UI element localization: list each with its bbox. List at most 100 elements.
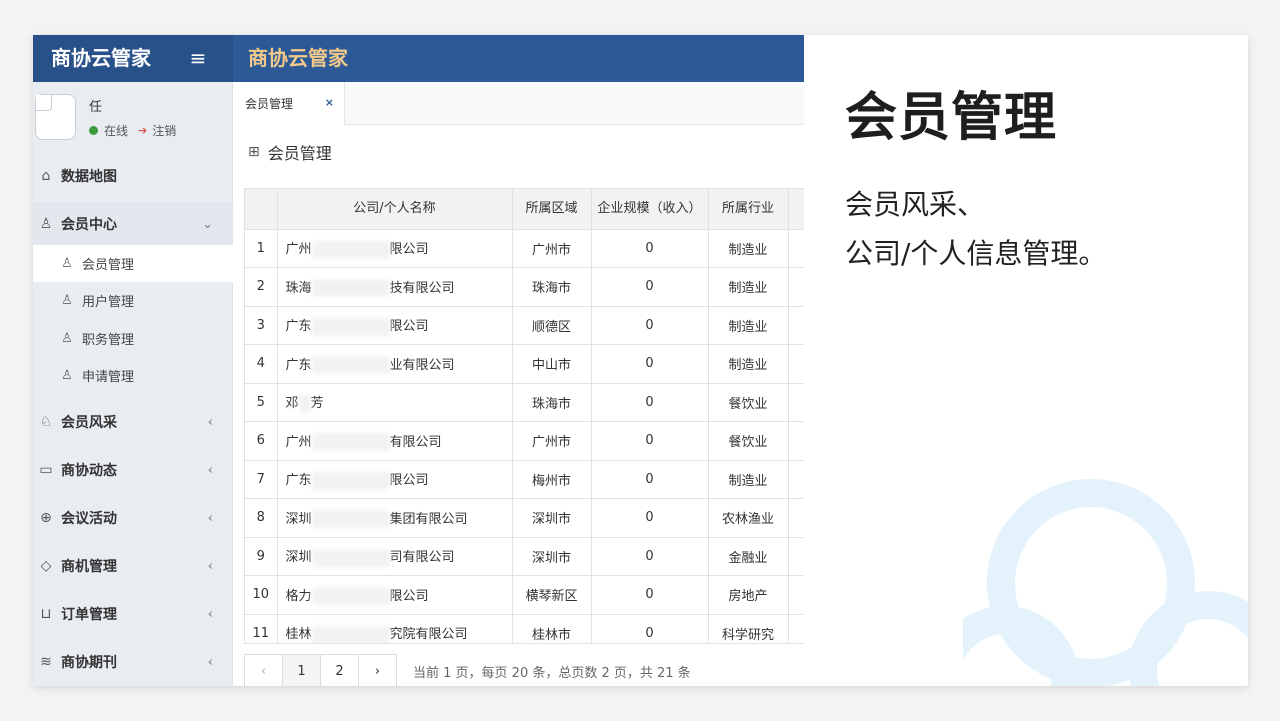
close-icon[interactable]: × <box>325 96 334 109</box>
tab-member-manage[interactable]: 会员管理 × <box>233 82 345 125</box>
member-name-prefix: 珠海 <box>285 280 312 296</box>
page-1-button[interactable]: 1 <box>282 654 321 686</box>
chevron-left-icon: ‹ <box>207 462 213 478</box>
industry-cell: 餐饮业 <box>708 383 789 422</box>
promo-description-line-1: 会员风采、 <box>845 188 986 221</box>
more-cell <box>788 498 804 538</box>
promo-headline: 会员管理 <box>845 88 1058 148</box>
redacted-mask <box>298 394 311 413</box>
user-icon: ♙ <box>61 368 73 383</box>
more-cell <box>788 460 804 499</box>
table-row[interactable]: 2 珠海 技有限公司 珠海市 0 制造业 <box>245 267 804 307</box>
top-bar: 商协云管家 ≡ 商协云管家 <box>33 35 804 82</box>
sidebar-item-label: 订单管理 <box>61 607 117 623</box>
sidebar-subitem-user-manage[interactable]: ♙ 用户管理 <box>33 282 233 319</box>
sidebar-item-meetings[interactable]: ⊕ 会议活动 ‹ <box>33 496 233 540</box>
redacted-mask <box>311 548 390 567</box>
main-content: 会员管理 × ⊞ 会员管理 公司/个人名称 所属区域 企业规模（收入） 所属行业… <box>233 82 804 686</box>
table-row[interactable]: 10 格力 限公司 横琴新区 0 房地产 <box>245 575 804 615</box>
region-cell: 横琴新区 <box>512 575 592 615</box>
member-name-suffix: 司有限公司 <box>389 550 455 565</box>
next-page-button[interactable]: › <box>358 654 397 686</box>
member-name-cell: 广州 有限公司 <box>277 421 513 461</box>
member-name-cell: 深圳 集团有限公司 <box>277 498 513 538</box>
table-row[interactable]: 5 邓芳珠海市 0 餐饮业 <box>245 383 804 422</box>
table-row[interactable]: 11 桂林 究院有限公司 桂林市 0 科学研究 <box>245 614 804 643</box>
pagination-info: 当前 1 页，每页 20 条，总页数 2 页，共 21 条 <box>413 665 691 681</box>
sidebar-subitem-label: 申请管理 <box>82 370 135 385</box>
sidebar-subitem-position-manage[interactable]: ♙ 职务管理 <box>33 320 233 357</box>
table-row[interactable]: 7 广东 限公司 梅州市 0 制造业 <box>245 460 804 499</box>
logout-icon[interactable]: ➔ <box>138 124 147 137</box>
member-name-prefix: 桂林 <box>285 627 312 642</box>
industry-cell: 科学研究 <box>708 614 789 643</box>
col-header-industry[interactable]: 所属行业 <box>708 189 789 230</box>
sidebar-item-member-showcase[interactable]: ♘ 会员风采 ‹ <box>33 400 233 444</box>
more-cell <box>788 306 804 345</box>
member-name-prefix: 广东 <box>285 357 312 373</box>
table-row[interactable]: 8 深圳 集团有限公司 深圳市 0 农林渔业 <box>245 498 804 538</box>
sidebar-item-opportunities[interactable]: ◇ 商机管理 ‹ <box>33 544 233 588</box>
more-cell <box>788 229 804 268</box>
member-name-suffix: 业有限公司 <box>389 357 455 373</box>
hamburger-icon[interactable]: ≡ <box>183 35 213 82</box>
industry-cell: 金融业 <box>708 537 789 576</box>
member-name-suffix: 究院有限公司 <box>389 627 468 642</box>
sidebar-item-label: 商协期刊 <box>61 655 117 671</box>
user-status: 在线 ➔ 注销 <box>89 122 176 139</box>
diamond-icon: ◇ <box>40 558 52 574</box>
member-table: 公司/个人名称 所属区域 企业规模（收入） 所属行业 1 广州 限公司 广州市 0 制造业… <box>244 188 804 644</box>
message-icon: ▭ <box>39 462 53 478</box>
redacted-mask <box>311 587 390 605</box>
sidebar-item-news[interactable]: ▭ 商协动态 ‹ <box>33 448 233 492</box>
sidebar-subitem-member-manage[interactable]: ♙ 会员管理 <box>33 245 233 282</box>
member-name-suffix: 技有限公司 <box>389 280 455 296</box>
redacted-mask <box>311 317 390 336</box>
size-cell: 0 <box>591 344 709 384</box>
avatar[interactable] <box>35 94 76 140</box>
sidebar-item-label: 商机管理 <box>61 559 117 575</box>
size-cell: 0 <box>591 421 709 461</box>
table-row[interactable]: 1 广州 限公司 广州市 0 制造业 <box>245 229 804 268</box>
page-2-button[interactable]: 2 <box>320 654 359 686</box>
region-cell: 梅州市 <box>512 460 592 499</box>
col-header-more <box>788 189 804 230</box>
redacted-mask <box>311 433 390 451</box>
size-cell: 0 <box>591 229 709 268</box>
sidebar-item-journal[interactable]: ≋ 商协期刊 ‹ <box>33 640 233 684</box>
user-icon: ♙ <box>61 293 73 308</box>
member-name-cell: 深圳 司有限公司 <box>277 537 513 576</box>
member-name-cell: 桂林 究院有限公司 <box>277 614 513 643</box>
table-row[interactable]: 6 广州 有限公司 广州市 0 餐饮业 <box>245 421 804 461</box>
sidebar-item-label: 会员风采 <box>61 415 117 431</box>
row-index: 1 <box>245 229 278 268</box>
size-cell: 0 <box>591 498 709 538</box>
member-name-prefix: 深圳 <box>285 550 312 565</box>
logout-link[interactable]: 注销 <box>152 122 176 139</box>
region-cell: 顺德区 <box>512 306 592 345</box>
member-name-suffix: 有限公司 <box>389 434 442 450</box>
sidebar-subitem-application-manage[interactable]: ♙ 申请管理 <box>33 357 233 394</box>
col-header-name[interactable]: 公司/个人名称 <box>277 189 513 230</box>
sidebar-item-orders[interactable]: ⊔ 订单管理 ‹ <box>33 592 233 636</box>
prev-page-button[interactable]: ‹ <box>244 654 283 686</box>
member-name-prefix: 广州 <box>285 434 312 450</box>
promo-description-line-2: 公司/个人信息管理。 <box>845 237 1107 270</box>
member-name-suffix: 集团有限公司 <box>389 511 468 527</box>
col-header-size[interactable]: 企业规模（收入） <box>591 189 709 230</box>
chevron-down-icon: ⌄ <box>202 216 213 232</box>
sidebar-item-member-center[interactable]: ♙ 会员中心 ⌄ <box>33 202 233 246</box>
table-row[interactable]: 9 深圳 司有限公司 深圳市 0 金融业 <box>245 537 804 576</box>
size-cell: 0 <box>591 575 709 615</box>
row-index: 10 <box>245 575 278 615</box>
industry-cell: 制造业 <box>708 267 789 307</box>
chevron-left-icon: ‹ <box>207 414 213 430</box>
member-name-prefix: 邓 <box>285 396 299 411</box>
slide-card: 商协云管家 ≡ 商协云管家 任 在线 ➔ 注销 ⌂ 数据地图 ♙ 会员中心 ⌄ … <box>33 35 1248 686</box>
table-row[interactable]: 4 广东 业有限公司 中山市 0 制造业 <box>245 344 804 384</box>
region-cell: 珠海市 <box>512 267 592 307</box>
industry-cell: 房地产 <box>708 575 789 615</box>
col-header-region[interactable]: 所属区域 <box>512 189 592 230</box>
table-row[interactable]: 3 广东 限公司 顺德区 0 制造业 <box>245 306 804 345</box>
sidebar-item-data-map[interactable]: ⌂ 数据地图 <box>33 154 233 198</box>
